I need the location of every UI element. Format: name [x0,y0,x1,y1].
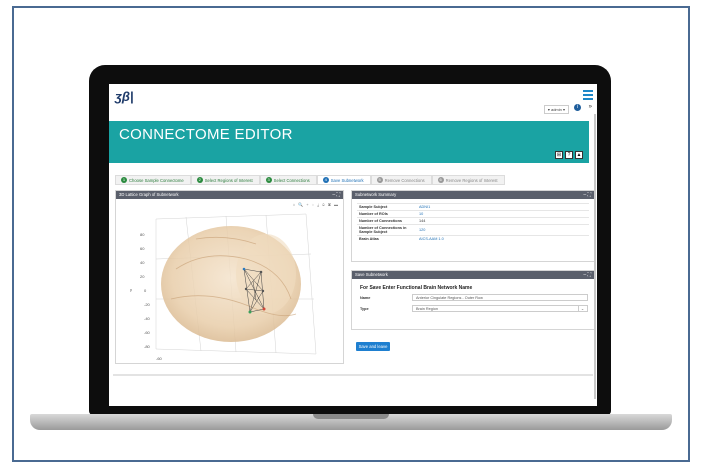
svg-text:40: 40 [140,260,145,265]
summary-panel-title: Subnetwork Summary [355,192,397,197]
summary-table: Sample Subject ADNI1 Number of ROIs 10 Num… [357,203,589,243]
laptop-notch [313,414,389,419]
type-select-value: Brain Region [416,307,438,311]
step-select-connections[interactable]: 3 Select Connections [259,175,317,185]
hamburger-menu-icon[interactable] [583,90,593,102]
chevron-down-icon[interactable]: ⌄ [578,306,586,311]
type-label: Type [360,307,369,311]
scrollbar[interactable] [594,114,596,399]
svg-text:-60: -60 [144,330,151,335]
top-bar: ʒβ| ▾ admin ▾ i » [109,84,597,120]
graph-panel: 3D Lattice Graph of Subnetwork – ⛶ ⌂ 🔍 +… [115,190,344,364]
name-label: Name [360,296,371,300]
svg-text:-80: -80 [144,344,151,349]
footer-divider [113,374,593,376]
panel-controls-icon[interactable]: – ⛶ [583,271,591,279]
summary-panel-header: Subnetwork Summary – ⛶ [352,191,594,199]
save-and-leave-button[interactable]: Save and leave [356,342,390,351]
svg-text:-40: -40 [144,316,151,321]
graph-panel-header: 3D Lattice Graph of Subnetwork – ⛶ [116,191,343,199]
table-row: Number of Connections 144 [357,217,589,225]
svg-text:20: 20 [140,274,145,279]
help-icon[interactable]: i [574,104,581,111]
help-button[interactable]: ? [565,151,573,159]
table-row: Sample Subject ADNI1 [357,203,589,211]
table-row: Number of ROIs 10 [357,210,589,218]
step-remove-connections[interactable]: 5 Remove Connections [370,175,432,185]
graph-panel-title: 3D Lattice Graph of Subnetwork [119,192,179,197]
app-logo[interactable]: ʒβ| [115,89,134,104]
svg-text:-20: -20 [144,302,151,307]
collapse-icon[interactable]: » [589,104,592,110]
header-buttons: ⊞ ? ▲ [555,151,583,159]
panel-controls-icon[interactable]: – ⛶ [583,191,591,199]
svg-text:y: y [130,287,132,292]
wizard-steps: 1 Choose Sample Connectome 2 Select Region… [115,175,505,185]
user-menu[interactable]: ▾ admin ▾ [543,105,569,114]
step-save-subnetwork[interactable]: 4 Save Subnetwork [316,175,371,185]
page-title: CONNECTOME EDITOR [119,126,293,143]
save-panel: Save Subnetwork – ⛶ For Save Enter Funct… [351,270,595,330]
table-row: Brain Atlas AICS-AAM 1.0 [357,235,589,243]
step-choose-sample[interactable]: 1 Choose Sample Connectome [115,175,191,185]
table-row: Number of Connections in Sample Subject 1… [357,224,589,236]
page-header: CONNECTOME EDITOR ⊞ ? ▲ [109,121,589,163]
grid-view-button[interactable]: ⊞ [555,151,563,159]
upload-button[interactable]: ▲ [575,151,583,159]
save-heading: For Save Enter Functional Brain Network … [360,285,473,291]
save-panel-title: Save Subnetwork [355,272,388,277]
laptop-screen: ʒβ| ▾ admin ▾ i » CONNECTOME EDITOR ⊞ ? … [109,84,597,406]
panel-controls-icon[interactable]: – ⛶ [332,191,340,199]
svg-text:60: 60 [140,246,145,251]
summary-panel: Subnetwork Summary – ⛶ Sample Subject ADN… [351,190,595,262]
3d-brain-graph[interactable]: 80 60 40 20 0 -20 -40 -60 -80 -60 y [116,199,343,363]
axis-ticks: 80 60 40 20 0 -20 -40 -60 -80 -60 y [130,232,163,361]
step-select-regions[interactable]: 2 Select Regions of Interest [190,175,260,185]
name-field[interactable]: Anterior Cingulate Regions - Outer Row [412,294,588,301]
svg-text:-60: -60 [156,356,163,361]
svg-text:0: 0 [144,288,147,293]
svg-text:80: 80 [140,232,145,237]
type-select[interactable]: Brain Region ⌄ [412,305,588,312]
brain-surface [161,226,301,342]
step-remove-regions[interactable]: 6 Remove Regions of Interest [431,175,505,185]
save-panel-header: Save Subnetwork – ⛶ [352,271,594,279]
